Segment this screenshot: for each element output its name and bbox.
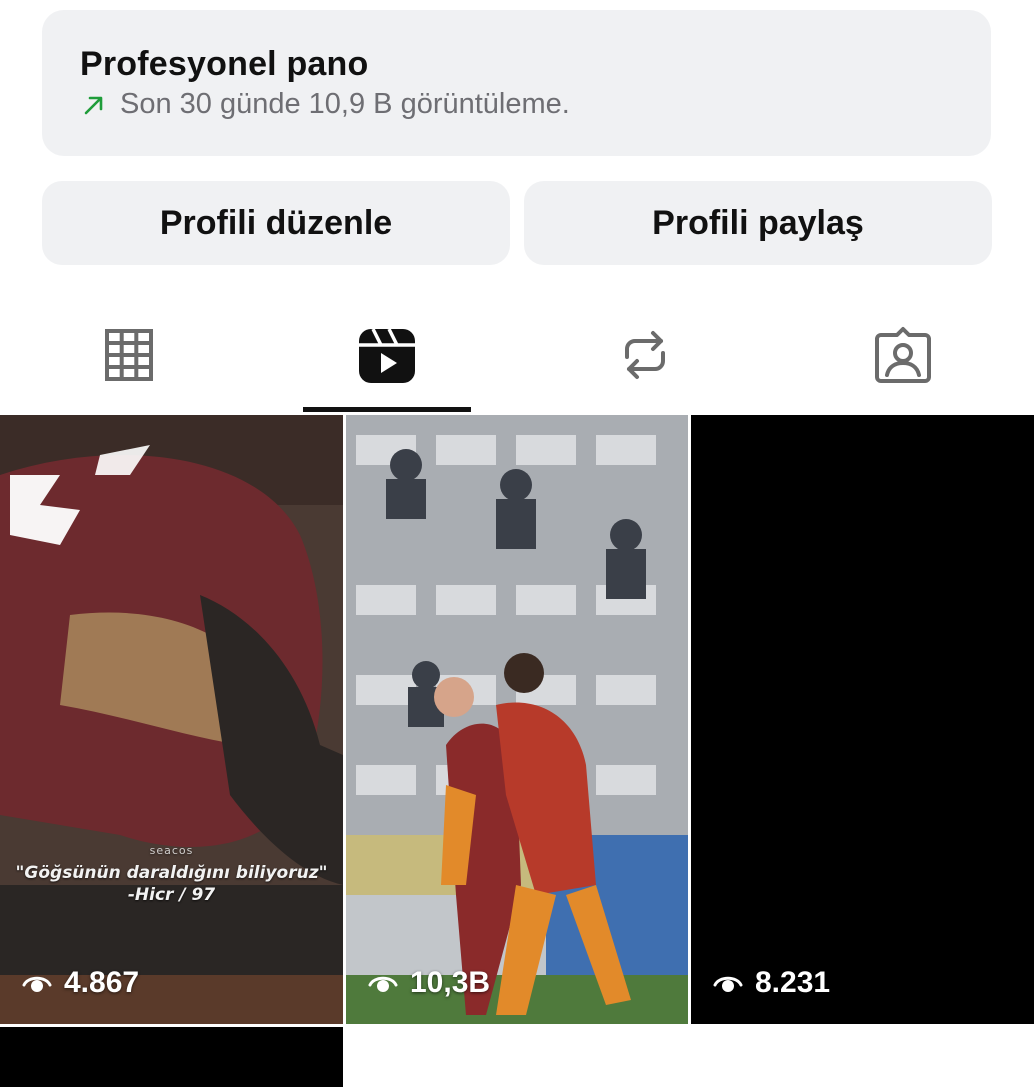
reel-1-views-text: 4.867 <box>64 966 140 999</box>
dashboard-views-text: Son 30 günde 10,9 B görüntüleme. <box>120 88 570 120</box>
reel-2-image <box>346 415 688 1024</box>
reel-3-view-count: 8.231 <box>713 966 830 1000</box>
tagged-person-icon <box>875 327 931 383</box>
reel-2-view-count: 10,3B <box>368 966 490 1000</box>
reel-thumbnail-3[interactable]: 8.231 <box>691 415 1034 1024</box>
reel-2-views-text: 10,3B <box>410 966 491 999</box>
edit-profile-button[interactable]: Profili düzenle <box>42 181 510 265</box>
tab-tagged[interactable] <box>774 300 1032 410</box>
repost-icon <box>625 331 665 379</box>
reels-icon <box>359 328 415 383</box>
reel-3-views-text: 8.231 <box>755 966 831 999</box>
reel-1-caption-line1: "Göğsünün daraldığını biliyoruz" <box>15 863 328 883</box>
professional-dashboard-card[interactable]: Profesyonel pano Son 30 günde 10,9 B gör… <box>42 10 991 156</box>
share-profile-button[interactable]: Profili paylaş <box>524 181 992 265</box>
dashboard-subtitle-row: Son 30 günde 10,9 B görüntüleme. <box>80 88 991 121</box>
tab-posts[interactable] <box>0 300 258 410</box>
eye-icon <box>368 976 398 992</box>
profile-tabs <box>0 300 1034 413</box>
grid-icon <box>105 329 153 381</box>
reel-thumbnail-2[interactable]: 10,3B <box>346 415 688 1024</box>
reel-1-image <box>0 415 343 1024</box>
tab-reposts[interactable] <box>516 300 774 410</box>
active-tab-indicator <box>303 407 471 412</box>
arrow-up-right-icon <box>84 96 103 114</box>
dashboard-title: Profesyonel pano <box>80 45 369 83</box>
reel-thumbnail-1[interactable]: seacos "Göğsünün daraldığını biliyoruz" … <box>0 415 343 1024</box>
reel-thumbnail-4[interactable] <box>0 1027 343 1087</box>
reel-1-caption-line2: -Hicr / 97 <box>127 885 216 905</box>
eye-icon <box>713 976 743 992</box>
tab-reels[interactable] <box>258 300 516 410</box>
reel-1-view-count: 4.867 <box>22 966 139 1000</box>
reel-1-caption-small: seacos <box>149 844 194 857</box>
eye-icon <box>22 976 52 992</box>
reel-1-caption: seacos "Göğsünün daraldığını biliyoruz" … <box>0 840 343 906</box>
